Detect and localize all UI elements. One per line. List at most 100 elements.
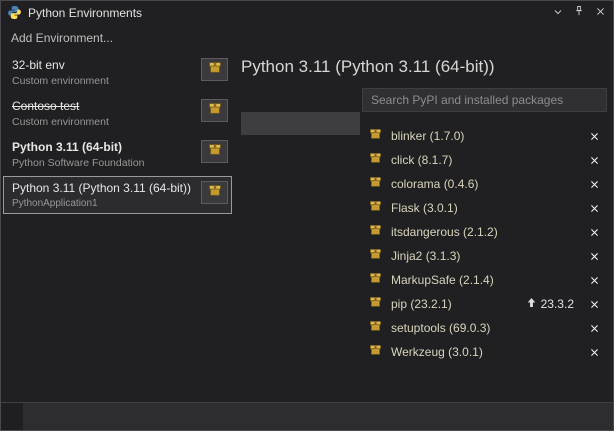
packages-pane: blinker (1.7.0) click (8.1.7): [362, 88, 607, 402]
package-icon: [369, 199, 382, 217]
pin-icon: [573, 5, 585, 20]
package-row-colorama[interactable]: colorama (0.4.6): [362, 172, 607, 196]
close-icon: [590, 225, 599, 240]
package-icon: [369, 343, 382, 361]
bottom-tab-python-environments[interactable]: [1, 403, 23, 430]
environment-subtitle: Custom environment: [12, 116, 195, 128]
remove-package-button[interactable]: [586, 200, 602, 216]
package-icon: [369, 319, 382, 337]
remove-package-button[interactable]: [586, 248, 602, 264]
close-icon: [590, 201, 599, 216]
environment-subtitle: PythonApplication1: [12, 198, 195, 209]
environment-subtitle: Python Software Foundation: [12, 157, 195, 169]
detail-body: blinker (1.7.0) click (8.1.7): [241, 88, 607, 402]
remove-package-button[interactable]: [586, 176, 602, 192]
titlebar: Python Environments: [1, 1, 613, 24]
close-icon: [590, 273, 599, 288]
package-icon: [369, 151, 382, 169]
environment-packages-button[interactable]: [201, 181, 228, 204]
environment-name: 32-bit env: [12, 58, 195, 72]
package-row-click[interactable]: click (8.1.7): [362, 148, 607, 172]
environment-detail-panel: Python 3.11 (Python 3.11 (64-bit)) blink…: [234, 50, 613, 402]
package-name: Werkzeug (3.0.1): [391, 345, 586, 359]
tab-packages-pypi[interactable]: [241, 112, 360, 135]
package-name: pip (23.2.1): [391, 297, 526, 311]
close-icon: [590, 177, 599, 192]
remove-package-button[interactable]: [586, 344, 602, 360]
environment-info: Contoso test Custom environment: [12, 98, 195, 128]
environment-info: Python 3.11 (Python 3.11 (64-bit)) Pytho…: [12, 180, 195, 209]
close-window-button[interactable]: [591, 4, 609, 21]
package-icon: [369, 127, 382, 145]
window-menu-button[interactable]: [549, 4, 567, 21]
package-icon: [369, 295, 382, 313]
remove-package-button[interactable]: [586, 128, 602, 144]
environment-info: Python 3.11 (64-bit) Python Software Fou…: [12, 139, 195, 169]
package-icon: [369, 247, 382, 265]
package-row-flask[interactable]: Flask (3.0.1): [362, 196, 607, 220]
environment-packages-button[interactable]: [201, 140, 228, 163]
package-name: Flask (3.0.1): [391, 201, 586, 215]
close-icon: [590, 153, 599, 168]
detail-tab-list: [241, 88, 360, 402]
package-name: Jinja2 (3.1.3): [391, 249, 586, 263]
tab-overview[interactable]: [241, 88, 360, 111]
package-search-input[interactable]: [362, 88, 607, 112]
package-icon: [369, 223, 382, 241]
environment-info: 32-bit env Custom environment: [12, 57, 195, 87]
pin-button[interactable]: [570, 4, 588, 21]
bottom-tab-solution-explorer[interactable]: [23, 403, 45, 430]
add-environment-link[interactable]: Add Environment...: [1, 24, 613, 50]
package-icon: [369, 271, 382, 289]
remove-package-button[interactable]: [586, 296, 602, 312]
package-icon: [208, 183, 222, 202]
remove-package-button[interactable]: [586, 272, 602, 288]
environment-item-python-3-11-python-3-11-64-bit[interactable]: Python 3.11 (Python 3.11 (64-bit)) Pytho…: [3, 176, 232, 214]
environment-name: Python 3.11 (64-bit): [12, 140, 195, 154]
close-icon: [595, 5, 606, 20]
environment-subtitle: Custom environment: [12, 75, 195, 87]
package-icon: [208, 101, 222, 120]
package-icon: [208, 60, 222, 79]
environment-name: Python 3.11 (Python 3.11 (64-bit)): [12, 181, 195, 195]
package-row-pip[interactable]: pip (23.2.1) 23.3.2: [362, 292, 607, 316]
close-icon: [590, 321, 599, 336]
package-row-markupsafe[interactable]: MarkupSafe (2.1.4): [362, 268, 607, 292]
remove-package-button[interactable]: [586, 152, 602, 168]
close-icon: [590, 249, 599, 264]
environment-list: 32-bit env Custom environment Contoso te…: [1, 50, 234, 402]
python-environments-window: Python Environments Add E: [0, 0, 614, 431]
python-icon: [7, 5, 22, 20]
package-name: click (8.1.7): [391, 153, 586, 167]
close-icon: [590, 297, 599, 312]
environment-packages-button[interactable]: [201, 58, 228, 81]
environment-name: Contoso test: [12, 99, 195, 113]
close-icon: [590, 129, 599, 144]
environment-packages-button[interactable]: [201, 99, 228, 122]
package-row-itsdangerous[interactable]: itsdangerous (2.1.2): [362, 220, 607, 244]
package-name: setuptools (69.0.3): [391, 321, 586, 335]
package-row-blinker[interactable]: blinker (1.7.0): [362, 124, 607, 148]
package-name: itsdangerous (2.1.2): [391, 225, 586, 239]
package-name: colorama (0.4.6): [391, 177, 586, 191]
package-name: blinker (1.7.0): [391, 129, 586, 143]
remove-package-button[interactable]: [586, 320, 602, 336]
window-body: 32-bit env Custom environment Contoso te…: [1, 50, 613, 402]
bottom-tab-git-changes[interactable]: [45, 403, 67, 430]
environment-item-32-bit-env[interactable]: 32-bit env Custom environment: [3, 53, 232, 91]
package-icon: [369, 175, 382, 193]
bottom-tab-bar: [1, 402, 613, 430]
package-row-jinja2[interactable]: Jinja2 (3.1.3): [362, 244, 607, 268]
package-name: MarkupSafe (2.1.4): [391, 273, 586, 287]
environment-detail-title: Python 3.11 (Python 3.11 (64-bit)): [241, 57, 607, 77]
package-icon: [208, 142, 222, 161]
package-list: blinker (1.7.0) click (8.1.7): [362, 124, 607, 364]
environment-item-python-3-11-64-bit[interactable]: Python 3.11 (64-bit) Python Software Fou…: [3, 135, 232, 173]
package-update-badge[interactable]: 23.3.2: [526, 295, 574, 313]
environment-item-contoso-test[interactable]: Contoso test Custom environment: [3, 94, 232, 132]
chevron-down-icon: [553, 5, 563, 20]
remove-package-button[interactable]: [586, 224, 602, 240]
package-row-werkzeug[interactable]: Werkzeug (3.0.1): [362, 340, 607, 364]
window-title: Python Environments: [28, 6, 546, 20]
package-row-setuptools[interactable]: setuptools (69.0.3): [362, 316, 607, 340]
